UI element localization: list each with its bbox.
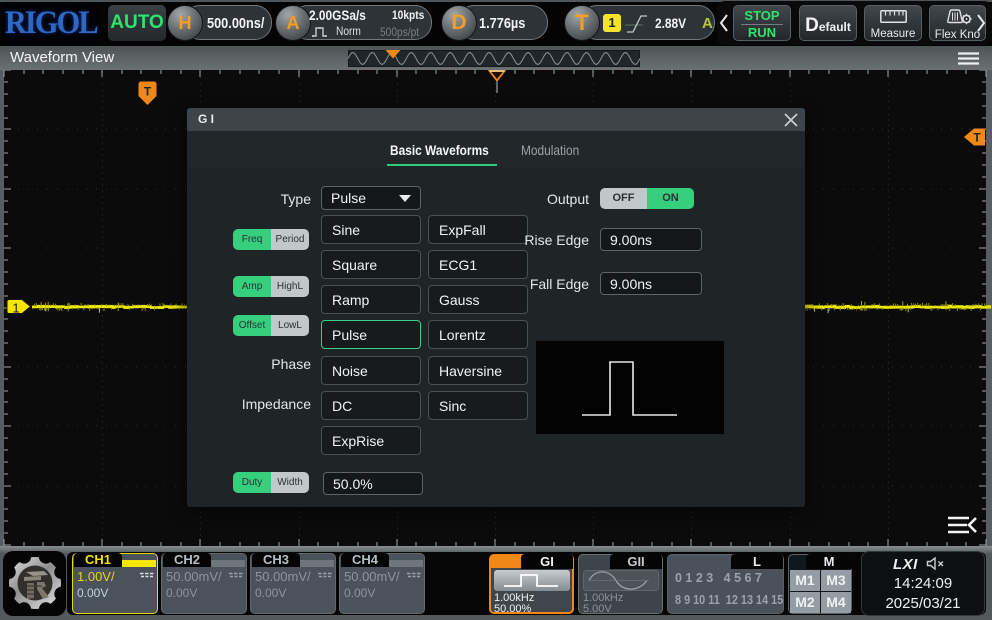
svg-text:T: T <box>973 131 981 145</box>
svg-text:1: 1 <box>12 301 19 316</box>
svg-text:T: T <box>144 85 152 99</box>
